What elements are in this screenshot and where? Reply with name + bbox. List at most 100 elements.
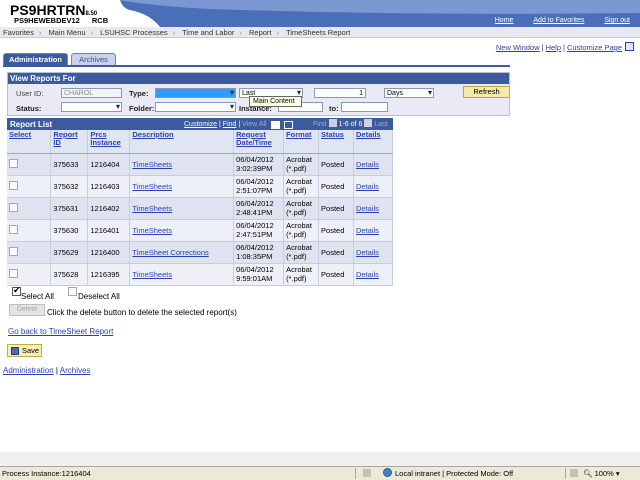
col-select[interactable]: Select [7, 130, 52, 154]
find-link[interactable]: Find [223, 121, 237, 128]
format-cell: Acrobat (*.pdf) [283, 219, 320, 242]
help-link[interactable]: Help [546, 43, 561, 52]
chevron-right-icon: › [90, 28, 94, 37]
row-select-checkbox[interactable] [9, 246, 18, 256]
description-link[interactable]: TimeSheet Corrections [132, 248, 208, 257]
last-link[interactable]: Last [374, 121, 387, 128]
status-cell: Posted [318, 153, 354, 176]
col-request-datetime[interactable]: Request Date/Time [233, 130, 285, 154]
sign-out-link[interactable]: Sign out [604, 17, 630, 24]
row-select-checkbox[interactable] [9, 158, 18, 168]
table-row: 375629 1216400 TimeSheet Corrections 06/… [7, 241, 393, 264]
customize-page-link[interactable]: Customize Page [567, 43, 622, 52]
chevron-right-icon: › [172, 28, 176, 37]
bottom-archives-link[interactable]: Archives [60, 366, 91, 375]
first-link[interactable]: First [313, 121, 327, 128]
folder-select[interactable] [155, 102, 236, 112]
row-select-checkbox[interactable] [9, 224, 18, 234]
prcs-instance-cell: 1216403 [87, 175, 131, 198]
status-label: Status: [16, 104, 42, 113]
prcs-instance-cell: 1216402 [87, 197, 131, 220]
request-datetime-cell: 06/04/2012 3:02:39PM [233, 153, 285, 176]
description-link[interactable]: TimeSheets [132, 160, 172, 169]
table-row: 375630 1216401 TimeSheets 06/04/2012 2:47… [7, 219, 393, 242]
breadcrumb-timesheets-report: TimeSheets Report [285, 28, 351, 37]
chevron-right-icon: › [38, 28, 42, 37]
go-back-link[interactable]: Go back to TimeSheet Report [8, 327, 113, 336]
prcs-instance-cell: 1216404 [87, 153, 131, 176]
delete-button[interactable]: Delete [9, 304, 45, 316]
row-select-checkbox[interactable] [9, 180, 18, 190]
tab-underline [3, 65, 510, 67]
row-select-checkbox[interactable] [9, 268, 18, 278]
next-arrow-icon[interactable] [364, 119, 373, 127]
horizontal-scrollbar[interactable] [0, 452, 640, 466]
grid-controls: Customize | Find | View All [184, 121, 267, 128]
breadcrumb-report[interactable]: Report [249, 28, 272, 37]
new-window-link[interactable]: New Window [496, 43, 540, 52]
instance-to-input[interactable] [341, 102, 388, 112]
zoom-grid-icon[interactable] [284, 121, 293, 129]
type-select[interactable] [155, 88, 236, 98]
environment-label: PS9HEWEBDEV12 RCB [14, 16, 109, 25]
col-status[interactable]: Status [318, 130, 354, 154]
description-link[interactable]: TimeSheets [132, 204, 172, 213]
col-details[interactable]: Details [353, 130, 393, 154]
description-link[interactable]: TimeSheets [132, 270, 172, 279]
table-row: 375631 1216402 TimeSheets 06/04/2012 2:48… [7, 197, 393, 220]
prev-arrow-icon[interactable] [328, 119, 337, 127]
details-link[interactable]: Details [356, 248, 379, 257]
col-report-id[interactable]: Report ID [50, 130, 89, 154]
header-links: Home Add to Favorites Sign out [477, 17, 630, 24]
col-prcs-instance[interactable]: Prcs Instance [87, 130, 131, 154]
report-id-cell: 375631 [50, 197, 89, 220]
status-cell: Posted [318, 263, 354, 286]
details-link[interactable]: Details [356, 204, 379, 213]
details-link[interactable]: Details [356, 270, 379, 279]
format-cell: Acrobat (*.pdf) [283, 263, 320, 286]
prcs-instance-cell: 1216401 [87, 219, 131, 242]
customize-grid-link[interactable]: Customize [184, 121, 217, 128]
breadcrumb-favorites[interactable]: Favorites [3, 28, 34, 37]
details-link[interactable]: Details [356, 182, 379, 191]
refresh-button[interactable]: Refresh [463, 86, 510, 98]
add-to-favorites-link[interactable]: Add to Favorites [533, 17, 584, 24]
favorites-center-icon[interactable] [570, 469, 578, 477]
view-reports-panel: View Reports For User ID: CHAROL Type: L… [7, 72, 510, 116]
request-datetime-cell: 06/04/2012 9:59:01AM [233, 263, 285, 286]
download-icon[interactable] [271, 121, 280, 129]
col-format[interactable]: Format [283, 130, 320, 154]
request-datetime-cell: 06/04/2012 2:47:51PM [233, 219, 285, 242]
description-link[interactable]: TimeSheets [132, 226, 172, 235]
col-description[interactable]: Description [129, 130, 235, 154]
chevron-down-icon: ▾ [615, 469, 620, 478]
report-list-title: Report List [10, 120, 53, 129]
save-button[interactable]: Save [7, 344, 42, 357]
report-list: Report List Customize | Find | View All … [7, 118, 393, 286]
breadcrumb: Favorites › Main Menu › LSUHSC Processes › … [0, 27, 640, 38]
status-select[interactable] [61, 102, 122, 112]
home-link[interactable]: Home [495, 17, 514, 24]
row-select-checkbox[interactable] [9, 202, 18, 212]
status-cell: Posted [318, 197, 354, 220]
deselect-all-checkbox[interactable] [68, 287, 77, 296]
bottom-administration-link[interactable]: Administration [3, 366, 54, 375]
page-options-icon[interactable] [625, 42, 634, 51]
view-all-link[interactable]: View All [242, 121, 266, 128]
zoom-level[interactable]: 🔍︎ 100% ▾ [583, 467, 620, 480]
status-cell: Posted [318, 241, 354, 264]
days-select[interactable]: Days [384, 88, 434, 98]
select-all-checkbox[interactable] [12, 285, 21, 296]
breadcrumb-lsuhsc[interactable]: LSUHSC Processes [100, 28, 168, 37]
status-bar: Process Instance:1216404 Local intranet … [0, 466, 640, 480]
table-row: 375632 1216403 TimeSheets 06/04/2012 2:51… [7, 175, 393, 198]
description-link[interactable]: TimeSheets [132, 182, 172, 191]
breadcrumb-time-labor[interactable]: Time and Labor [182, 28, 234, 37]
breadcrumb-main-menu[interactable]: Main Menu [48, 28, 85, 37]
user-id-field[interactable]: CHAROL [61, 88, 122, 98]
grid-pagination: First 1-6 of 6 Last [313, 119, 388, 131]
request-datetime-cell: 06/04/2012 1:08:35PM [233, 241, 285, 264]
details-link[interactable]: Details [356, 160, 379, 169]
details-link[interactable]: Details [356, 226, 379, 235]
count-input[interactable]: 1 [314, 88, 366, 98]
